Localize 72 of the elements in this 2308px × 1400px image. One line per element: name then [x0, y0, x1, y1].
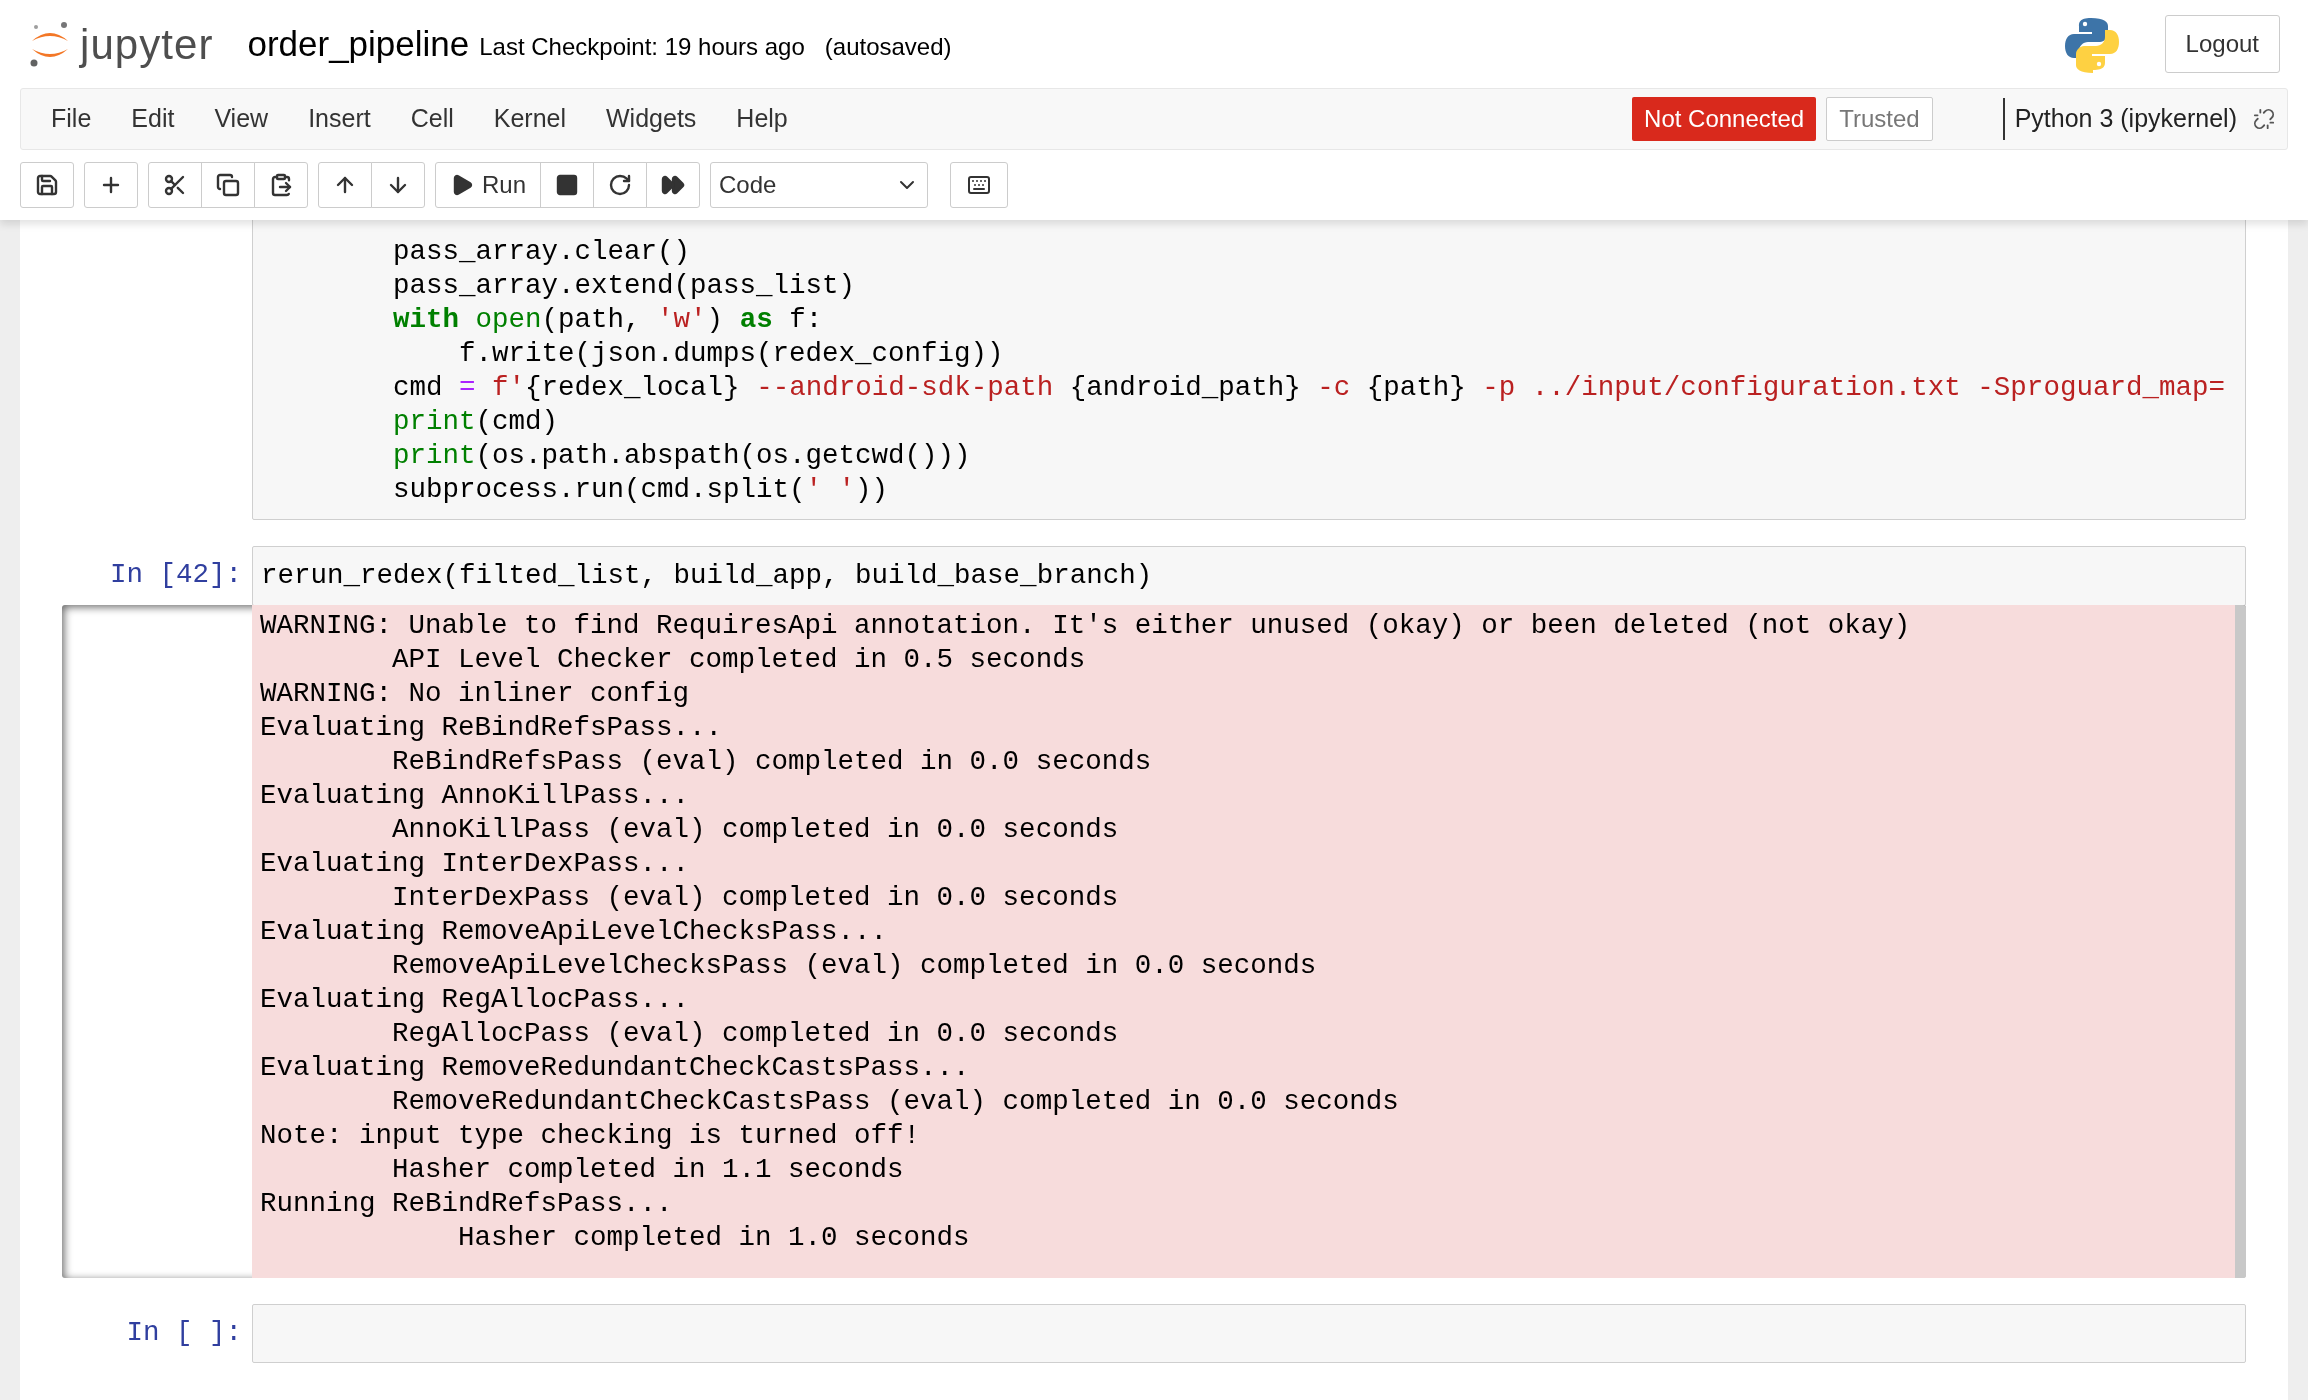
code-line: rerun_redex(filted_list, build_app, build_base_branch) [261, 559, 1153, 593]
output-line: Evaluating AnnoKillPass... [260, 779, 690, 813]
menu-item[interactable]: Widgets [586, 100, 717, 138]
cell-type-select[interactable]: Code [710, 162, 929, 208]
code-line: print(cmd) [392, 405, 559, 439]
notebook-name[interactable]: order_pipeline [247, 17, 470, 71]
paste-icon [269, 173, 293, 197]
output-line: Hasher completed in 1.1 seconds [391, 1153, 904, 1187]
code-line: pass_array.extend(pass_list) [392, 269, 856, 303]
toolbar-button[interactable] [646, 162, 701, 208]
kernel-name: Python 3 (ipykernel) [2014, 103, 2237, 135]
run-button[interactable]: Run [435, 162, 542, 208]
restart-icon [608, 173, 633, 197]
code-line: f.write(json.dumps(redex_config)) [458, 337, 1004, 371]
toolbar-button[interactable] [148, 162, 202, 208]
code-input[interactable]: rerun_redex(filted_list, build_app, build_base_branch) [252, 546, 2246, 606]
menu-item[interactable]: Help [716, 100, 808, 138]
output-line: AnnoKillPass (eval) completed in 0.0 seconds [391, 813, 1119, 847]
scissors-icon [163, 173, 187, 197]
menu-item[interactable]: Insert [288, 100, 391, 138]
output-line: Running ReBindRefsPass... [260, 1187, 673, 1221]
output-line: WARNING: No inliner config [260, 677, 690, 711]
menu-item[interactable]: View [194, 100, 289, 138]
trusted-status[interactable]: Trusted [1826, 97, 1933, 141]
output-line: Evaluating ReBindRefsPass... [260, 711, 723, 745]
toolbar-button[interactable] [254, 162, 308, 208]
copy-icon [216, 173, 240, 197]
python-logo-icon [2062, 15, 2121, 73]
menu-item[interactable]: Edit [111, 100, 195, 138]
menu-item[interactable]: Cell [390, 100, 474, 138]
output-line: Evaluating RemoveApiLevelChecksPass... [260, 915, 888, 949]
stop-icon [555, 173, 580, 197]
toolbar-button[interactable] [318, 162, 372, 208]
code-line: pass_array.clear() [392, 235, 691, 269]
code-input[interactable] [252, 220, 2246, 520]
toolbar-button[interactable] [593, 162, 648, 208]
menu-item[interactable]: File [31, 100, 112, 138]
code-line: print(os.path.abspath(os.getcwd())) [392, 439, 971, 473]
input-prompt: In [42]: [109, 558, 242, 592]
code-line: subprocess.run(cmd.split(' ')) [392, 473, 889, 507]
save-icon [35, 173, 59, 197]
toolbar-button[interactable] [540, 162, 595, 208]
output-line: Hasher completed in 1.0 seconds [457, 1221, 970, 1255]
output-line: RemoveRedundantCheckCastsPass (eval) completed in 0.0 seconds [391, 1085, 1399, 1119]
code-line: with open(path, 'w') as f: [392, 303, 823, 337]
output-line: WARNING: Unable to find RequiresApi annotation. It's either unused (okay) or been deleted (not okay) [260, 609, 1911, 643]
code-line: cmd = f'{redex_local} --android-sdk-path {android_path} -c {path} -p ../input/configuration.txt -Sproguard_map= [392, 371, 2225, 405]
connection-status: Not Connected [1632, 97, 1817, 141]
toolbar-button[interactable] [201, 162, 255, 208]
output-line: API Level Checker completed in 0.5 seconds [391, 643, 1086, 677]
output-line: Evaluating RegAllocPass... [260, 983, 690, 1017]
kernel-disconnected-icon [2253, 108, 2275, 130]
autosave-status: (autosaved) [824, 32, 952, 62]
keyboard-shortcuts-button[interactable] [950, 162, 1009, 208]
fast-forward-icon [661, 173, 686, 197]
output-line: InterDexPass (eval) completed in 0.0 seconds [391, 881, 1119, 915]
output-line: RemoveApiLevelChecksPass (eval) completed in 0.0 seconds [391, 949, 1317, 983]
toolbar-button[interactable] [371, 162, 425, 208]
code-input[interactable] [252, 1304, 2246, 1363]
output-line: RegAllocPass (eval) completed in 0.0 seconds [391, 1017, 1119, 1051]
toolbar-button[interactable] [20, 162, 74, 208]
toolbar-button[interactable] [84, 162, 138, 208]
jupyter-wordmark[interactable]: jupyter [80, 12, 214, 76]
output-line: Evaluating RemoveRedundantCheckCastsPass... [260, 1051, 970, 1085]
output-line: ReBindRefsPass (eval) completed in 0.0 seconds [391, 745, 1152, 779]
output-line: Note: input type checking is turned off! [260, 1119, 921, 1153]
scrollbar[interactable] [2235, 605, 2246, 1278]
menu-item[interactable]: Kernel [473, 100, 586, 138]
checkpoint-status: Last Checkpoint: 19 hours ago [479, 32, 805, 62]
output-line: Evaluating InterDexPass... [260, 847, 690, 881]
input-prompt: In [ ]: [126, 1316, 242, 1350]
logout-button[interactable]: Logout [2164, 15, 2280, 73]
